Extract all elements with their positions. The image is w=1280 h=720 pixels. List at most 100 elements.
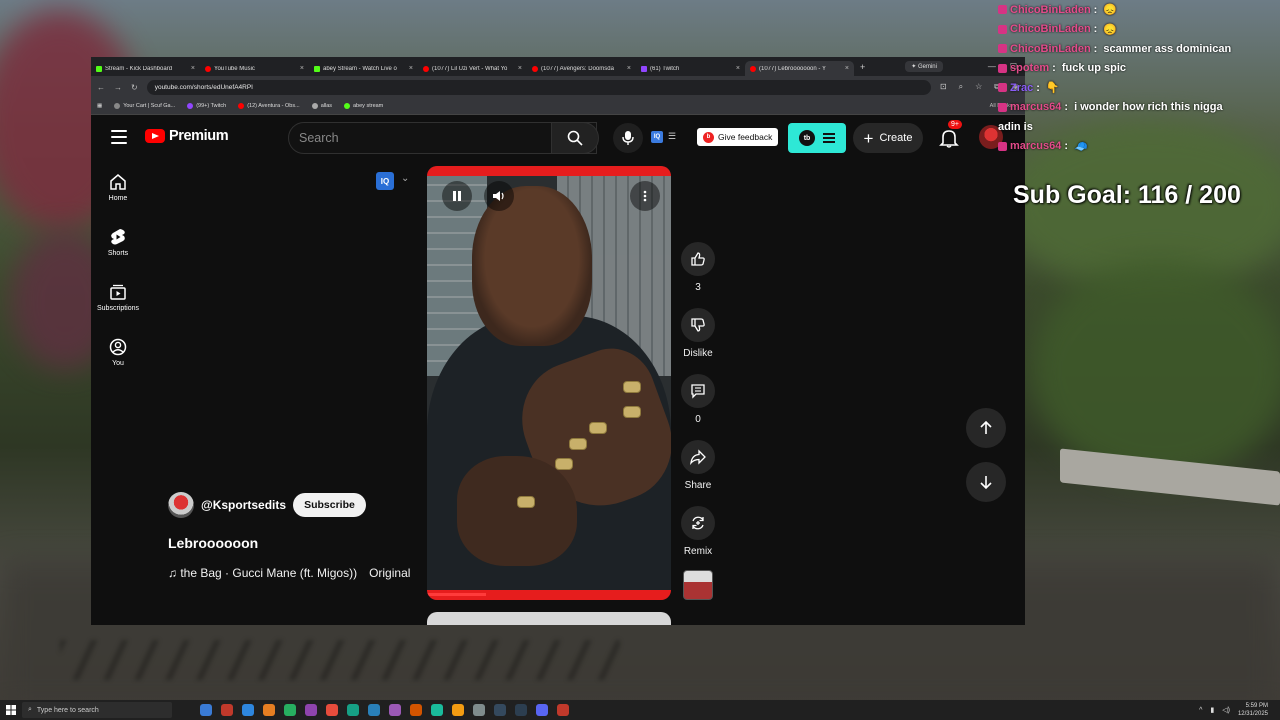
taskbar-app-icon[interactable] [410,704,422,716]
taskbar-app-icon[interactable] [221,704,233,716]
sidebar-item-subscriptions[interactable]: Subscriptions [91,275,145,330]
taskbar-app-icon[interactable] [368,704,380,716]
close-icon[interactable]: × [300,65,304,72]
browser-tab[interactable]: YouTube Music × [200,61,309,76]
sidebar-item-home[interactable]: Home [91,165,145,220]
minimize-icon[interactable]: — [988,62,996,71]
bookmark-item[interactable]: (12) Aventura - Obs... [238,103,300,109]
taskbar-app-icon[interactable] [326,704,338,716]
share-button[interactable] [681,440,715,474]
short-video-player[interactable] [427,166,671,600]
subscribe-button[interactable]: Subscribe [293,493,366,517]
dislike-button[interactable] [681,308,715,342]
dislike-action[interactable]: Dislike [680,308,716,359]
network-icon[interactable]: ▮ [1210,706,1214,714]
taskbar-apps [200,704,569,716]
sidebar-item-you[interactable]: You [91,330,145,385]
forward-icon[interactable]: → [114,83,122,92]
iq-extension-icon[interactable]: IQ [651,131,663,143]
taskbar-app-icon[interactable] [389,704,401,716]
sidebar-item-shorts[interactable]: Shorts [91,220,145,275]
zoom-icon[interactable]: ⌕ [959,82,963,92]
thumbs-up-icon [691,252,705,266]
taskbar-app-icon[interactable] [242,704,254,716]
browser-tab[interactable]: Stream - Kick Dashboard × [91,61,200,76]
reload-icon[interactable]: ↻ [131,83,138,92]
close-icon[interactable]: × [845,65,849,72]
install-icon[interactable]: ⊡ [940,82,947,92]
taskbar-app-icon[interactable] [284,704,296,716]
next-short-preview[interactable] [427,612,671,625]
like-action[interactable]: 3 [680,242,716,293]
bookmark-item[interactable]: abey stream [344,103,383,109]
video-progress-bar[interactable] [427,590,671,600]
like-button[interactable] [681,242,715,276]
browser-tab[interactable]: abey Stream - Watch Live o × [309,61,418,76]
create-button[interactable]: + Create [853,123,923,153]
apps-icon[interactable]: ▦ [97,103,102,109]
next-short-button[interactable] [966,462,1006,502]
taskbar-app-icon[interactable] [536,704,548,716]
voice-search-button[interactable] [613,123,643,153]
pause-button[interactable] [442,181,472,211]
comments-action[interactable]: 0 [680,374,716,425]
clock[interactable]: 5:59 PM 12/31/2025 [1238,702,1268,718]
tab-strip: Stream - Kick Dashboard × YouTube Music × … [91,57,1025,76]
menu-button[interactable] [111,130,127,144]
taskbar-app-icon[interactable] [263,704,275,716]
sound-title[interactable]: ♫ the Bag · Gucci Mane (ft. Migos)) [168,566,357,580]
iq-overlay-icon[interactable]: IQ [376,172,394,190]
bookmark-item[interactable]: Your Cart | Scuf Ga... [114,103,175,109]
taskbar-app-icon[interactable] [494,704,506,716]
notifications-bell-icon[interactable] [938,127,960,149]
taskbar-app-icon[interactable] [473,704,485,716]
browser-tab[interactable]: (1077) Avengers: Doomsda × [527,61,636,76]
volume-button[interactable] [484,181,514,211]
back-icon[interactable]: ← [97,83,105,92]
comments-button[interactable] [681,374,715,408]
taskbar-app-icon[interactable] [305,704,317,716]
extension-button[interactable]: tb [788,123,846,153]
new-tab-button[interactable]: + [860,62,865,72]
taskbar-search-input[interactable]: ⌕ Type here to search [22,702,172,718]
channel-info: @Ksportsedits Subscribe [168,492,366,518]
list-icon[interactable]: ☰ [668,131,676,142]
start-button[interactable] [0,700,22,720]
sound-info[interactable]: ♫ the Bag · Gucci Mane (ft. Migos)) Orig… [168,566,410,580]
taskbar-app-icon[interactable] [557,704,569,716]
bookmark-item[interactable]: (99+) Twitch [187,103,226,109]
taskbar-app-icon[interactable] [347,704,359,716]
chevron-down-icon[interactable]: ⌄ [401,173,409,184]
bookmark-star-icon[interactable]: ☆ [975,82,982,92]
youtube-logo[interactable]: Premium [145,128,229,144]
tray-chevron-icon[interactable]: ^ [1199,707,1202,714]
browser-tab-active[interactable]: (1077) Lebrooooooon - Y × [745,61,854,76]
remix-button[interactable] [681,506,715,540]
bookmark-item[interactable]: allas [311,103,332,109]
channel-thumbnail[interactable] [683,570,713,600]
taskbar-app-icon[interactable] [515,704,527,716]
taskbar-app-icon[interactable] [431,704,443,716]
browser-tab[interactable]: (61) Twitch × [636,61,745,76]
bookmarks-bar: ▦ Your Cart | Scuf Ga... (99+) Twitch (1… [91,98,1025,115]
close-icon[interactable]: × [409,65,413,72]
close-icon[interactable]: × [191,65,195,72]
system-tray: ^ ▮ ◁) 5:59 PM 12/31/2025 [1199,702,1280,718]
close-icon[interactable]: × [518,65,522,72]
channel-handle[interactable]: @Ksportsedits [201,498,286,512]
give-feedback-button[interactable]: b Give feedback [697,128,779,146]
gemini-button[interactable]: ✦ Gemini [905,61,943,72]
url-field[interactable]: youtube.com/shorts/edUnefA4RPI [146,79,931,95]
browser-tab[interactable]: (1077) Lil Uzi Vert - What Yo × [418,61,527,76]
close-icon[interactable]: × [627,65,631,72]
previous-short-button[interactable] [966,408,1006,448]
volume-tray-icon[interactable]: ◁) [1222,706,1230,714]
channel-avatar[interactable] [168,492,194,518]
remix-action[interactable]: Remix [680,506,716,557]
taskbar-app-icon[interactable] [200,704,212,716]
share-action[interactable]: Share [680,440,716,491]
close-icon[interactable]: × [736,65,740,72]
search-button[interactable] [551,122,599,154]
more-options-button[interactable] [630,181,660,211]
taskbar-app-icon[interactable] [452,704,464,716]
